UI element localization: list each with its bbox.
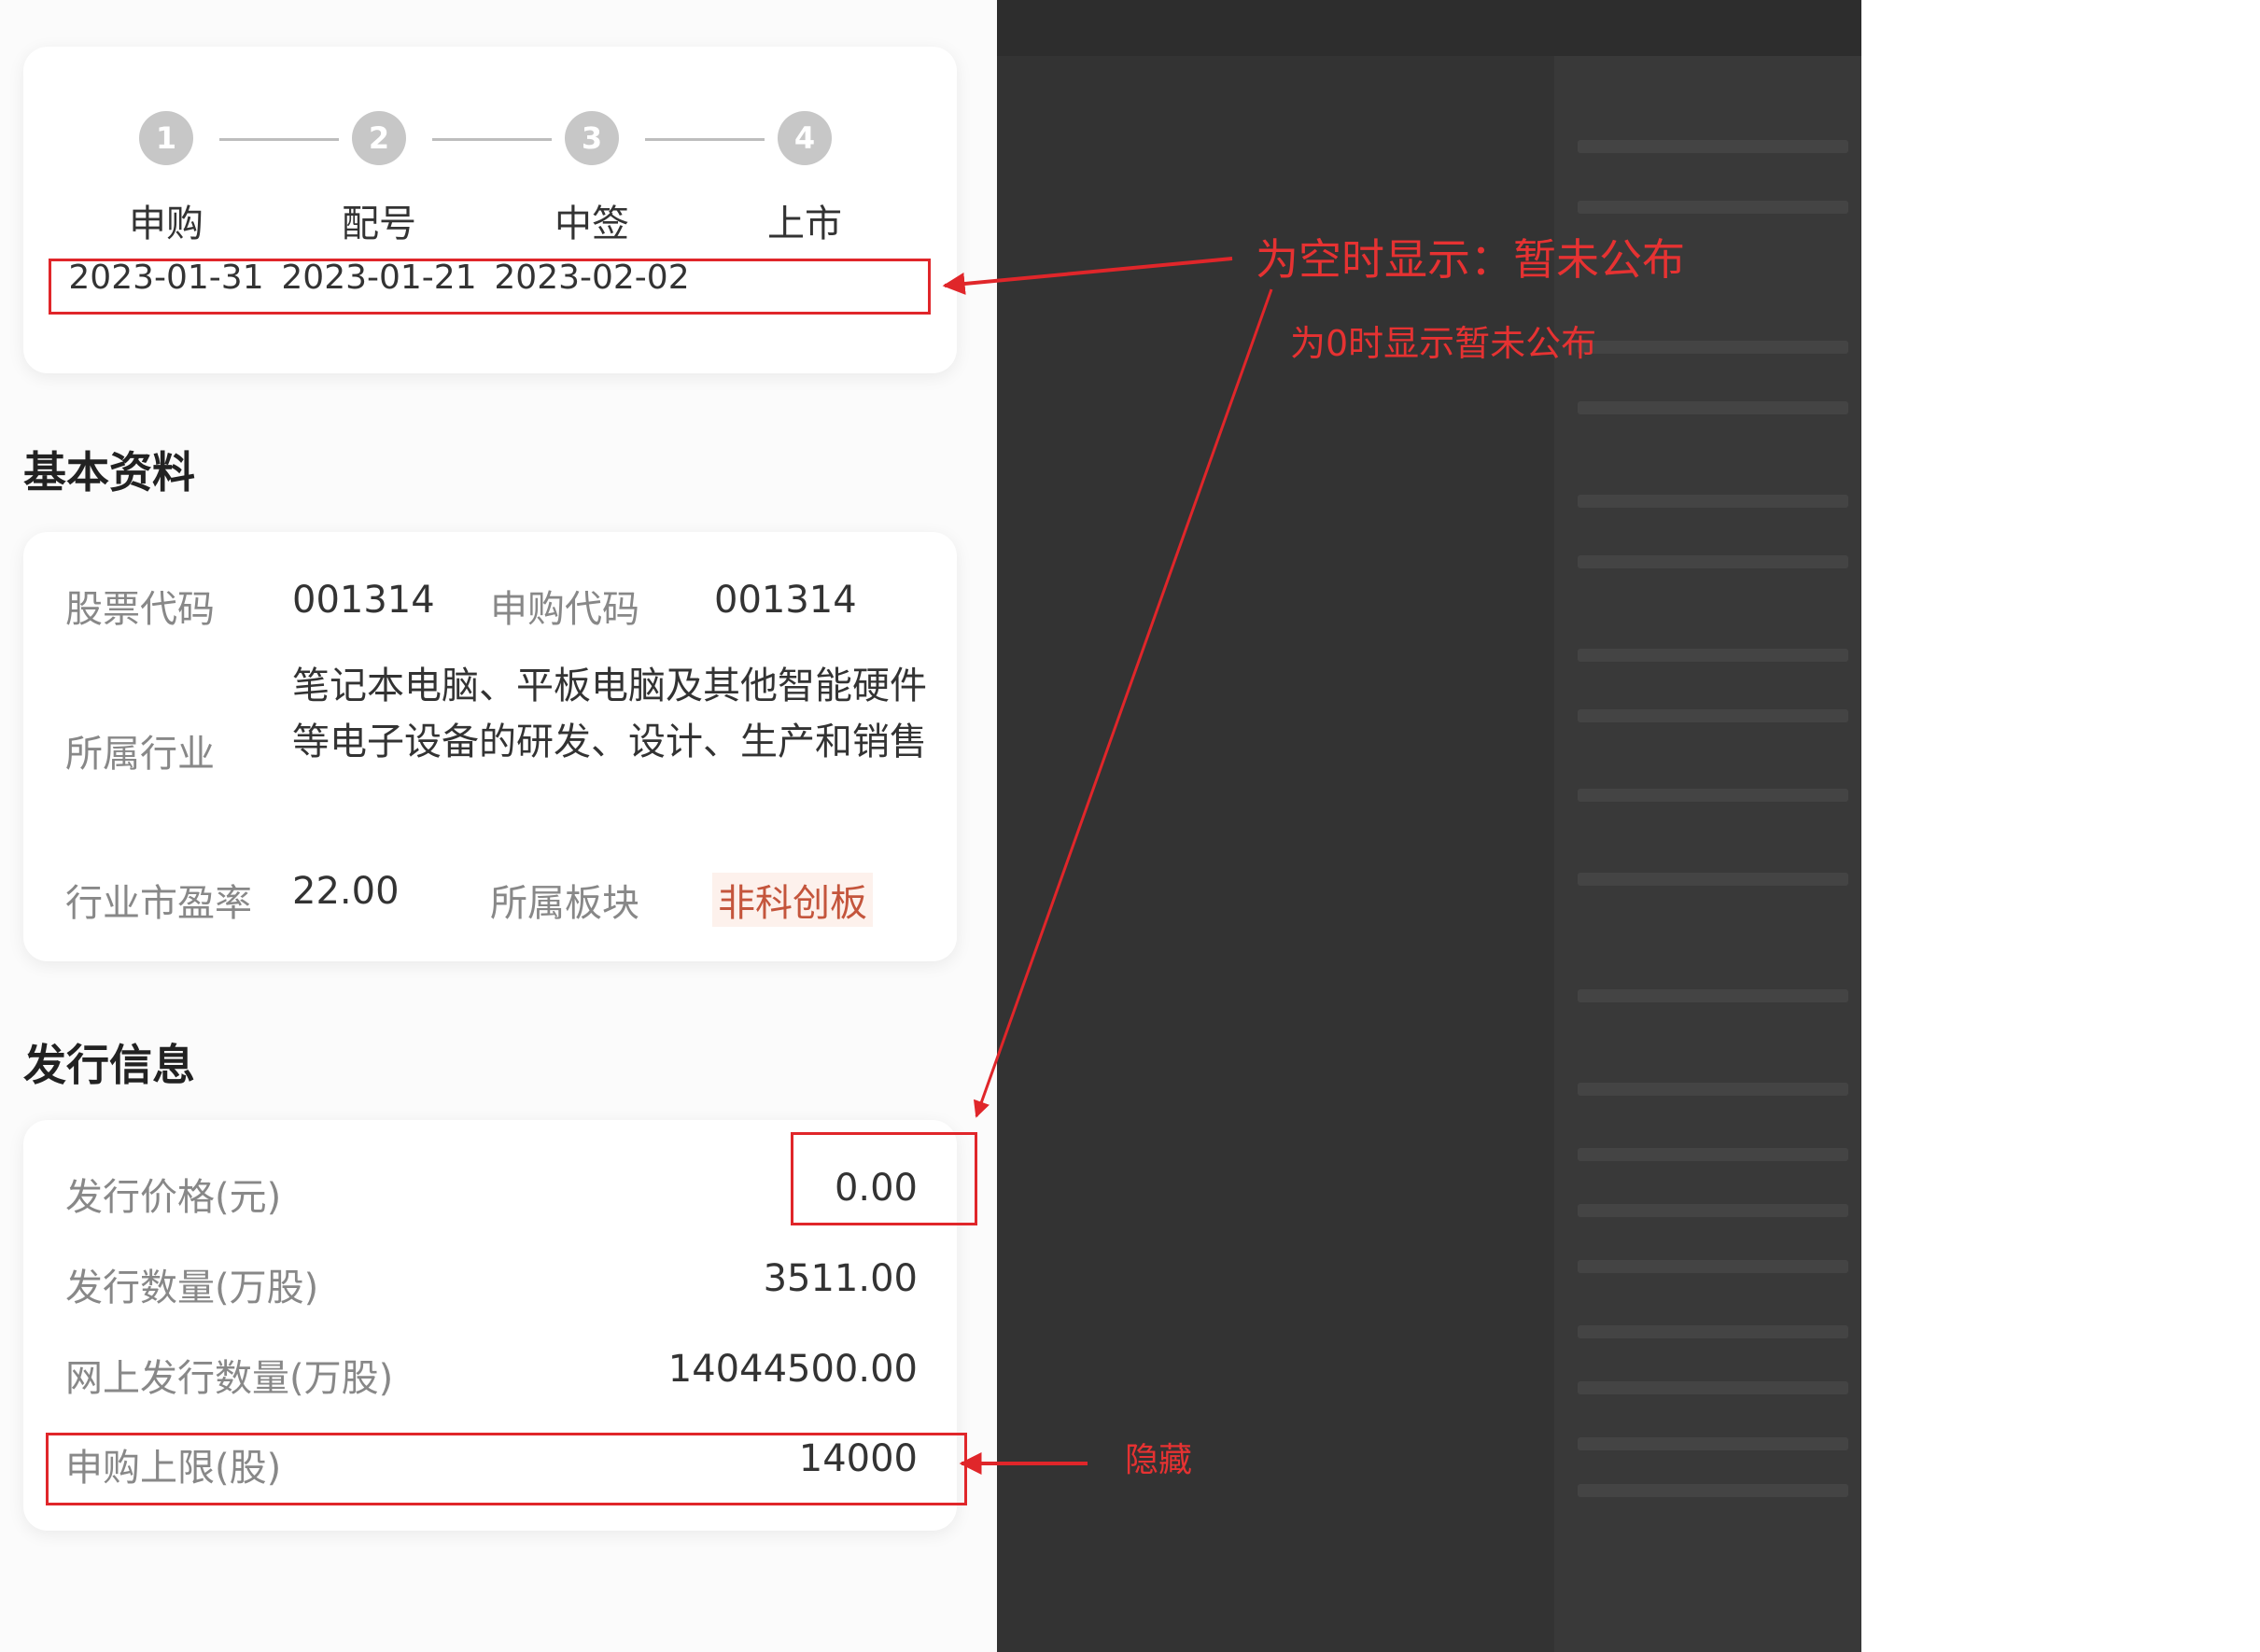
arrow-to-dates	[942, 257, 1233, 295]
annotation-arrows	[942, 257, 1273, 1475]
arrow-to-issue-price	[973, 288, 1273, 1118]
